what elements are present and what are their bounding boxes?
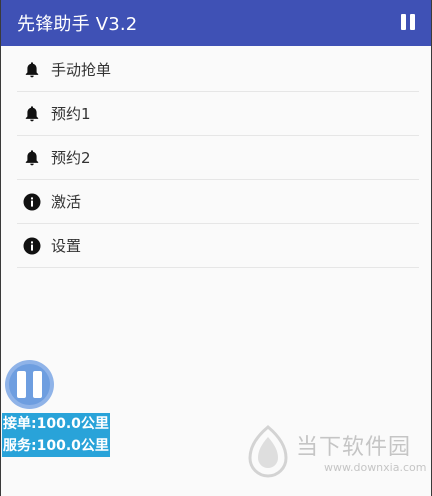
app-title: 先锋助手 V3.2 xyxy=(17,14,138,35)
menu-item-label: 设置 xyxy=(51,237,82,255)
order-distance-label: 接单:100.0公里 xyxy=(2,413,110,435)
menu-list: 手动抢单 预约1 预约2 激活 设置 xyxy=(17,48,419,268)
floating-pause-button[interactable] xyxy=(5,360,54,409)
menu-item-manual-grab[interactable]: 手动抢单 xyxy=(17,48,419,92)
menu-item-settings[interactable]: 设置 xyxy=(17,224,419,268)
menu-item-label: 预约1 xyxy=(51,105,91,123)
info-icon xyxy=(23,237,41,255)
pause-bar-left xyxy=(401,14,406,30)
menu-item-reserve-2[interactable]: 预约2 xyxy=(17,136,419,180)
bell-icon xyxy=(23,105,41,123)
app-window: 先锋助手 V3.2 手动抢单 预约1 预约2 激活 设置 接单:100.0公里 … xyxy=(0,0,432,496)
menu-item-label: 激活 xyxy=(51,193,82,211)
menu-item-label: 预约2 xyxy=(51,149,91,167)
pause-icon[interactable] xyxy=(399,14,417,32)
pause-bar-right xyxy=(33,371,42,398)
menu-item-activate[interactable]: 激活 xyxy=(17,180,419,224)
pause-bar-left xyxy=(17,371,26,398)
watermark-text: 当下软件园 xyxy=(296,435,412,460)
info-icon xyxy=(23,193,41,211)
bell-icon xyxy=(23,149,41,167)
app-toolbar: 先锋助手 V3.2 xyxy=(1,0,431,46)
watermark-url: www.downxia.com xyxy=(324,461,427,474)
pause-bar-right xyxy=(410,14,415,30)
menu-item-label: 手动抢单 xyxy=(51,61,112,79)
menu-item-reserve-1[interactable]: 预约1 xyxy=(17,92,419,136)
service-distance-label: 服务:100.0公里 xyxy=(2,435,110,457)
bell-icon xyxy=(23,61,41,79)
watermark-logo-icon xyxy=(248,425,288,478)
watermark: 当下软件园 www.downxia.com xyxy=(246,425,426,481)
